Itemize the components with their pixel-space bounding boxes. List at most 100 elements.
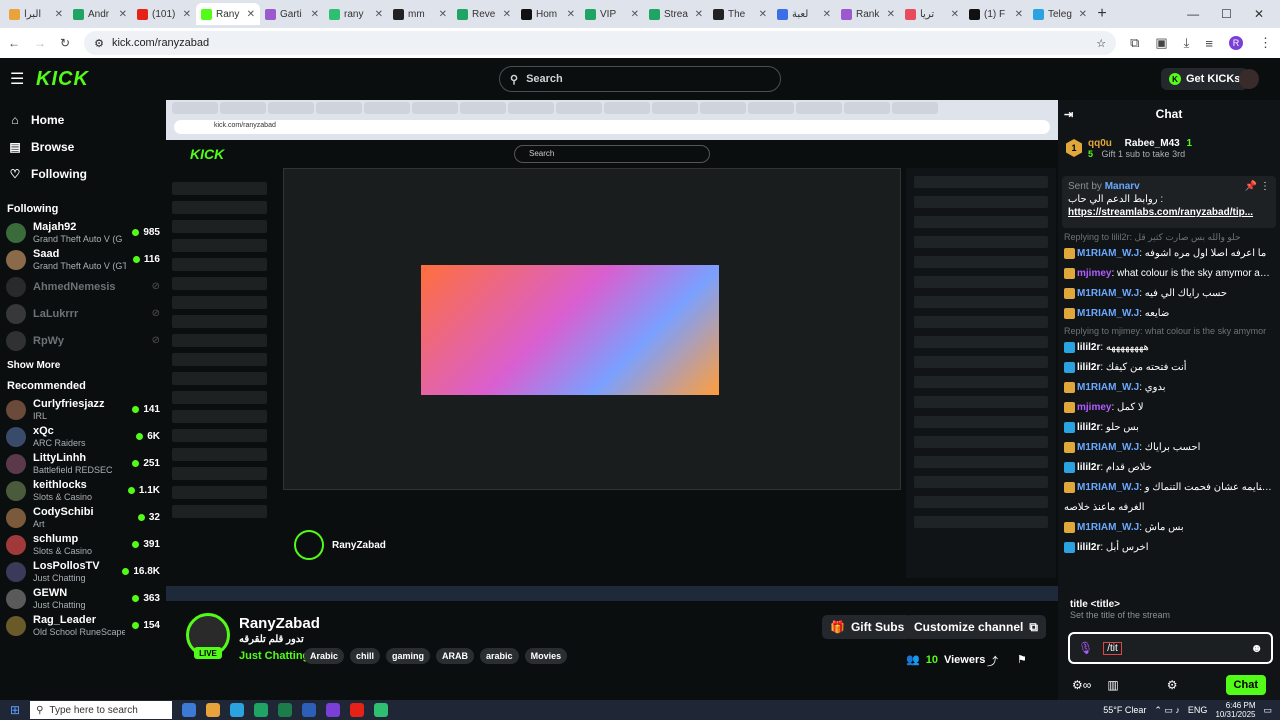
tab-close-icon[interactable]: ✕ — [247, 9, 255, 20]
minimize-icon[interactable]: — — [1187, 7, 1199, 21]
menu-icon[interactable]: ⋮ — [1259, 35, 1272, 51]
stream-tag[interactable]: ARAB — [436, 648, 475, 664]
file-explorer-icon[interactable] — [206, 703, 221, 717]
start-icon[interactable]: ⊞ — [10, 703, 20, 717]
address-bar[interactable]: ⚙ kick.com/ranyzabad ☆ — [84, 31, 1117, 55]
tab-close-icon[interactable]: ✕ — [695, 9, 703, 20]
stream-tag[interactable]: gaming — [386, 648, 431, 664]
get-kicks-button[interactable]: K Get KICKs — [1161, 68, 1249, 90]
browser-tab[interactable]: Rany ✕ — [196, 3, 260, 25]
customize-channel-button[interactable]: Customize channel ⧉ — [906, 615, 1046, 639]
sidebar-nav-browse[interactable]: ▤ Browse — [0, 133, 166, 160]
sidebar-channel[interactable]: AhmedNemesis ⊘ — [0, 273, 166, 300]
chat-username[interactable]: M1RIAM_W.J — [1077, 442, 1139, 453]
chat-message[interactable]: lilil2r: اخرس أبل — [1064, 538, 1274, 558]
notifications-icon[interactable]: ▭ — [1263, 705, 1272, 716]
clock[interactable]: 6:46 PM 10/31/2025 — [1215, 701, 1255, 719]
chat-username[interactable]: lilil2r — [1077, 362, 1100, 373]
chat-username[interactable]: mjimey — [1077, 268, 1111, 279]
stream-tag[interactable]: arabic — [480, 648, 519, 664]
top-gifter-banner[interactable]: 1 qq0u Rabee_M43 1 5 Gift 1 sub to take … — [1058, 128, 1280, 168]
sidebar-channel[interactable]: CodySchibi Art 32 — [0, 504, 166, 531]
tab-close-icon[interactable]: ✕ — [567, 9, 575, 20]
browser-tab[interactable]: Reve ✕ — [452, 3, 516, 25]
browser-tab[interactable]: mm ✕ — [388, 3, 452, 25]
browser-tab[interactable]: Andr ✕ — [68, 3, 132, 25]
command-suggestion[interactable]: title <title> Set the title of the strea… — [1058, 597, 1280, 625]
browser-tab[interactable]: البرا ✕ — [4, 3, 68, 25]
sidebar-channel[interactable]: xQc ARC Raiders 6K — [0, 423, 166, 450]
chat-settings-icon[interactable]: ⚙ — [1167, 678, 1178, 692]
emoji-icon[interactable]: ☻ — [1250, 641, 1263, 655]
browser-tab[interactable]: Rank ✕ — [836, 3, 900, 25]
tab-close-icon[interactable]: ✕ — [951, 9, 959, 20]
chat-message[interactable]: الغرفه ماعنذ خلاصه — [1064, 498, 1274, 518]
video-player[interactable]: kick.com/ranyzabad KICK Search RanyZabad — [166, 100, 1058, 601]
tab-close-icon[interactable]: ✕ — [1079, 9, 1087, 20]
chat-message[interactable]: lilil2r: خلاص قدام — [1064, 458, 1274, 478]
browser-tab[interactable]: (1) F ✕ — [964, 3, 1028, 25]
pinned-link[interactable]: https://streamlabs.com/ranyzabad/tip... — [1068, 206, 1270, 219]
sidebar-nav-following[interactable]: ♡ Following — [0, 160, 166, 187]
weather-text[interactable]: 55°F Clear — [1103, 705, 1146, 715]
screenshot-icon[interactable]: ▣ — [1155, 35, 1167, 51]
browser-tab[interactable]: Teleg ✕ — [1028, 3, 1092, 25]
chat-message[interactable]: M1RIAM_W.J: ضايعه — [1064, 304, 1274, 324]
chat-message[interactable]: mjimey: لا كمل — [1064, 398, 1274, 418]
chat-username[interactable]: lilil2r — [1077, 422, 1100, 433]
sidebar-channel[interactable]: Curlyfriesjazz IRL 141 — [0, 396, 166, 423]
chat-message[interactable]: M1RIAM_W.J: فلك يحاول تنايمه عشان فحمت ا… — [1064, 478, 1274, 498]
sidebar-channel[interactable]: Saad Grand Theft Auto V (GT 116 — [0, 246, 166, 273]
sidebar-channel[interactable]: LittyLinhh Battlefield REDSEC 251 — [0, 450, 166, 477]
netflix-icon[interactable] — [350, 703, 365, 717]
chat-message[interactable]: lilil2r: أنت فتحته من كيفك — [1064, 358, 1274, 378]
user-avatar[interactable] — [1239, 69, 1259, 89]
tab-close-icon[interactable]: ✕ — [1015, 9, 1023, 20]
search-input[interactable]: ⚲ Search — [499, 66, 781, 92]
browser-tab[interactable]: The ✕ — [708, 3, 772, 25]
chat-username[interactable]: lilil2r — [1077, 462, 1100, 473]
kick-logo[interactable]: KICK — [36, 68, 89, 91]
kicks-icon[interactable]: ⚙∞ — [1072, 678, 1091, 692]
channel-name[interactable]: RanyZabad — [239, 615, 320, 632]
chat-message[interactable]: mjimey: what colour is the sky amymor am… — [1064, 264, 1274, 284]
forward-icon[interactable]: → — [34, 36, 46, 50]
tab-close-icon[interactable]: ✕ — [759, 9, 767, 20]
chat-username[interactable]: lilil2r — [1077, 342, 1100, 353]
new-tab-button[interactable]: + — [1092, 5, 1112, 23]
word-icon[interactable] — [302, 703, 317, 717]
chat-username[interactable]: mjimey — [1077, 402, 1111, 413]
browser-tab[interactable]: تريا ✕ — [900, 3, 964, 25]
sidebar-channel[interactable]: GEWN Just Chatting 363 — [0, 585, 166, 612]
microphone-icon[interactable]: 🎙 — [1078, 641, 1093, 655]
tab-close-icon[interactable]: ✕ — [119, 9, 127, 20]
browser-tab[interactable]: Garti ✕ — [260, 3, 324, 25]
browser-tab[interactable]: Strea ✕ — [644, 3, 708, 25]
chat-username[interactable]: M1RIAM_W.J — [1077, 248, 1139, 259]
show-more-button[interactable]: Show More — [0, 354, 166, 376]
close-window-icon[interactable]: ✕ — [1254, 7, 1264, 21]
pinned-message[interactable]: Sent by Manarv 📌 ⋮ روابط الدعم الي حاب :… — [1062, 176, 1276, 228]
tab-close-icon[interactable]: ✕ — [55, 9, 63, 20]
taskview-icon[interactable] — [182, 703, 197, 717]
bookmark-star-icon[interactable]: ☆ — [1096, 37, 1106, 50]
chrome-icon[interactable] — [254, 703, 269, 717]
site-info-icon[interactable]: ⚙ — [94, 37, 104, 50]
profile-avatar[interactable]: R — [1229, 36, 1243, 50]
app-icon[interactable] — [374, 703, 389, 717]
tab-close-icon[interactable]: ✕ — [823, 9, 831, 20]
browser-tab[interactable]: rany ✕ — [324, 3, 388, 25]
tab-close-icon[interactable]: ✕ — [631, 9, 639, 20]
chat-message[interactable]: M1RIAM_W.J: ما اعرفه اصلا اول مره اشوفه — [1064, 244, 1274, 264]
chat-message[interactable]: M1RIAM_W.J: احسب براياك — [1064, 438, 1274, 458]
browser-tab[interactable]: (101) ✕ — [132, 3, 196, 25]
tab-close-icon[interactable]: ✕ — [887, 9, 895, 20]
sidebar-channel[interactable]: keithlocks Slots & Casino 1.1K — [0, 477, 166, 504]
browser-tab[interactable]: VIP ✕ — [580, 3, 644, 25]
chat-gift-icon[interactable]: ▥ — [1107, 678, 1118, 692]
download-icon[interactable]: ⤓ — [1184, 35, 1190, 51]
share-icon[interactable]: ⤴ — [987, 653, 998, 669]
reload-icon[interactable]: ↻ — [60, 36, 70, 50]
media-icon[interactable]: ≡ — [1205, 36, 1213, 51]
tray-icons[interactable]: ⌃ ▭ ♪ — [1154, 705, 1180, 716]
